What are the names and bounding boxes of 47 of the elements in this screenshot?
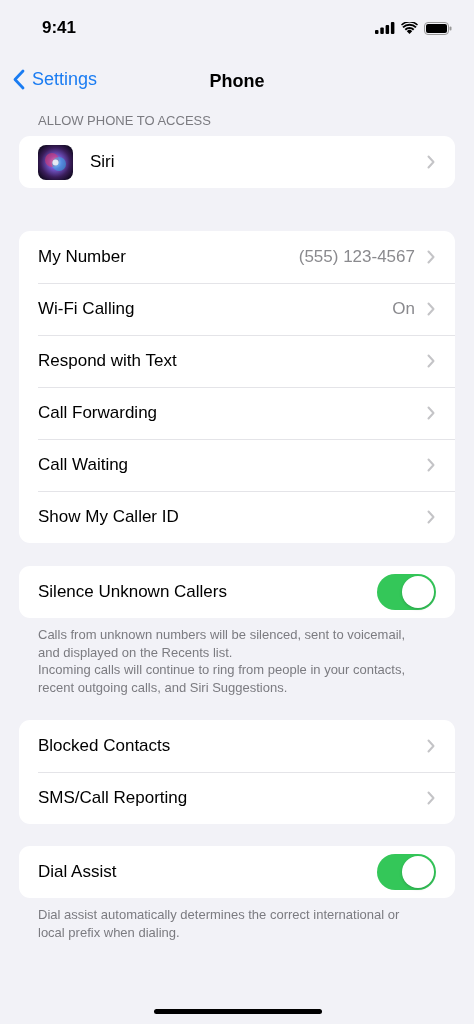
settings-row[interactable]: My Number (555) 123-4567	[19, 231, 455, 283]
page-title: Phone	[209, 70, 265, 92]
wifi-icon	[401, 22, 418, 34]
row-value: (555) 123-4567	[298, 246, 415, 267]
chevron-icon	[427, 405, 435, 420]
section-footer: Dial assist automatically determines the correct international or local prefix when dialing.	[38, 906, 419, 941]
row-label: Call Forwarding	[38, 402, 159, 423]
chevron-icon	[427, 738, 435, 753]
section-footer: Calls from unknown numbers will be silenced, sent to voicemail, and displayed on the Recents list.	[38, 626, 419, 661]
chevron-icon	[427, 249, 435, 264]
chevron-icon	[427, 155, 435, 169]
settings-row[interactable]: Show My Caller ID	[19, 491, 455, 543]
battery-icon	[424, 21, 452, 35]
toggle-switch[interactable]	[377, 854, 436, 890]
chevron-icon	[427, 791, 435, 805]
chevron-icon	[427, 457, 435, 472]
section-header: ALLOW PHONE TO ACCESS	[37, 113, 212, 130]
row-label: My Number	[38, 246, 127, 267]
settings-row[interactable]: Wi-Fi Calling On	[19, 283, 455, 335]
chevron-icon	[427, 510, 435, 524]
back-chevron-icon	[13, 69, 25, 90]
settings-row[interactable]: Call Forwarding	[19, 387, 455, 439]
row-label: SMS/Call Reporting	[38, 788, 189, 808]
row-value: On	[392, 298, 415, 319]
toggle-switch[interactable]	[377, 574, 436, 610]
settings-row[interactable]: Blocked Contacts	[19, 720, 455, 772]
row-label: Call Waiting	[38, 454, 130, 475]
app-icon	[38, 144, 73, 180]
settings-row[interactable]: SMS/Call Reporting	[19, 772, 455, 824]
toggle-row[interactable]: Dial Assist	[19, 846, 455, 898]
row-label: Siri	[90, 152, 116, 172]
chevron-icon	[427, 353, 435, 368]
row-label: Respond with Text	[38, 350, 178, 371]
settings-row[interactable]: Call Waiting	[19, 439, 455, 491]
status-time: 9:41	[42, 18, 77, 38]
signal-icon	[375, 22, 395, 34]
back-button[interactable]: Settings	[13, 69, 98, 90]
row-label: Blocked Contacts	[38, 735, 172, 756]
row-label: Show My Caller ID	[38, 507, 180, 527]
row-label: Dial Assist	[38, 862, 118, 882]
section-footer: Incoming calls will continue to ring from people in your contacts, recent outgoing calls, and Siri Suggestions.	[38, 661, 419, 696]
toggle-row[interactable]: Silence Unknown Callers	[19, 566, 455, 618]
row-label: Wi-Fi Calling	[38, 298, 136, 319]
row-label: Silence Unknown Callers	[38, 582, 228, 602]
settings-row[interactable]: Siri	[19, 136, 455, 188]
settings-row[interactable]: Respond with Text	[19, 335, 455, 387]
chevron-icon	[427, 301, 435, 316]
